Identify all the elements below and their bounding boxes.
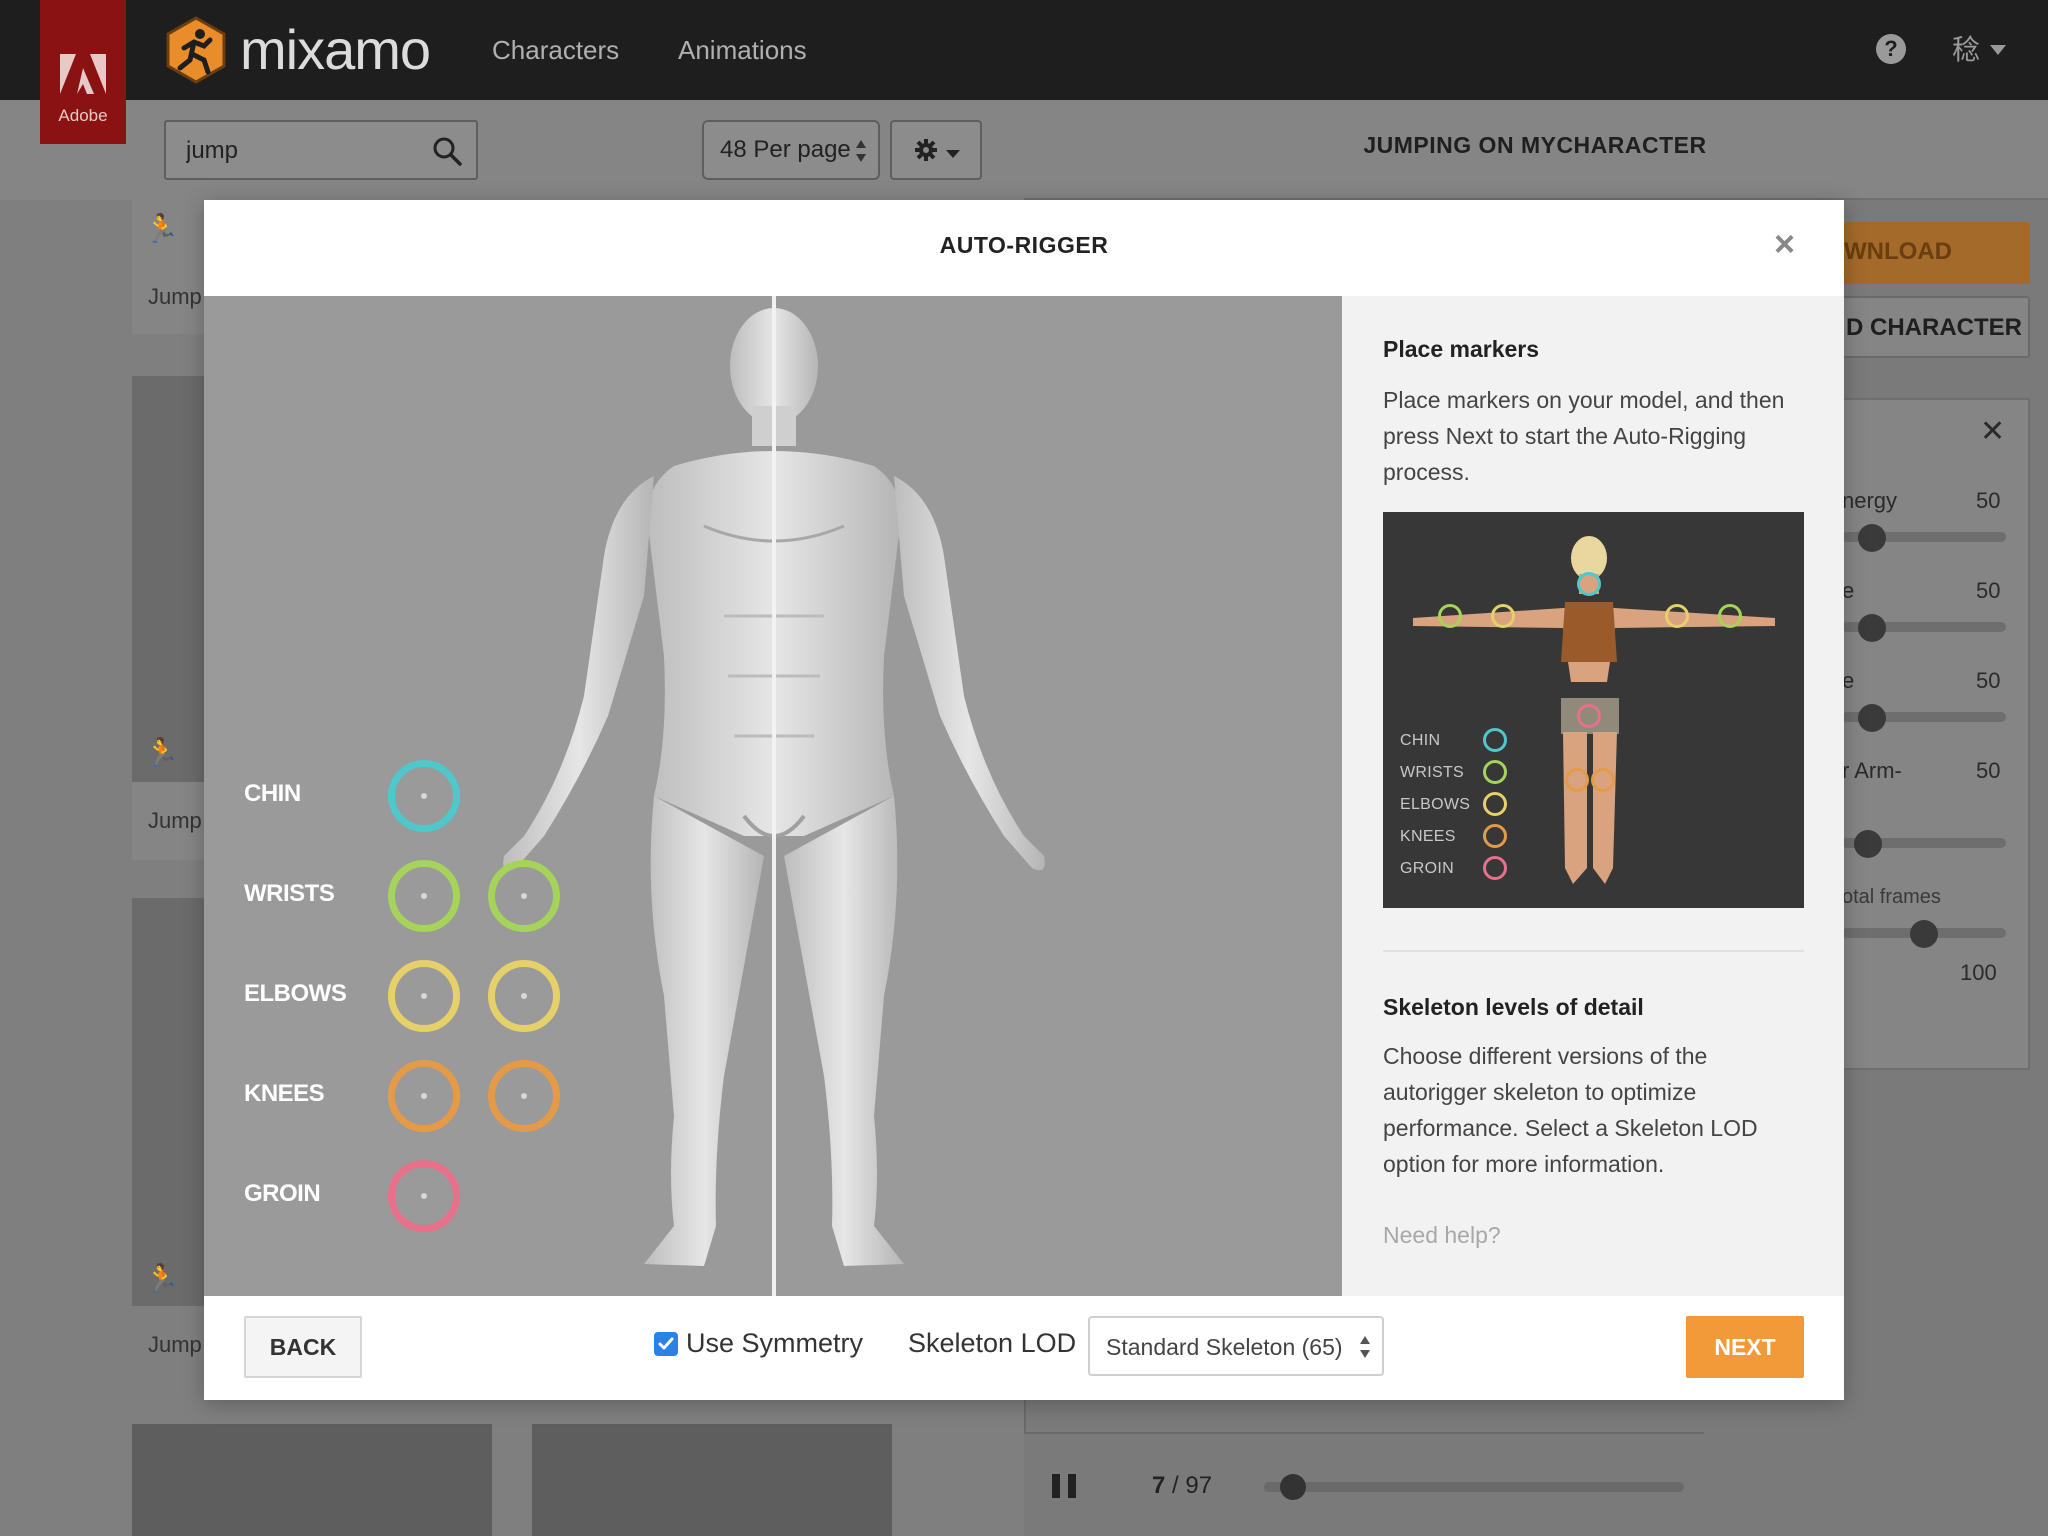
list-item[interactable] [132,898,212,1306]
close-icon[interactable]: × [1774,226,1795,262]
timeline-slider[interactable] [1264,1482,1684,1492]
example-legend-elbows: ELBOWS [1400,796,1471,813]
example-chin-marker [1577,572,1601,596]
back-button[interactable]: BACK [244,1316,362,1378]
nav-animations[interactable]: Animations [678,30,807,70]
example-elbow-marker [1665,604,1689,628]
adobe-logo[interactable]: Adobe [40,0,126,144]
slider-knob[interactable] [1857,524,1886,552]
frame-counter: 7 / 97 [1152,1472,1212,1500]
marker-label-groin: GROIN [244,1180,321,1207]
adobe-logo-icon [60,54,106,94]
nav-characters[interactable]: Characters [492,30,619,70]
skeleton-lod-label: Skeleton LOD [908,1328,1077,1358]
total-frames-value: 100 [1960,960,1997,985]
mixamo-logo-icon[interactable] [164,16,228,84]
param-value: 50 [1976,578,2001,603]
legend-groin-ring [1483,856,1507,880]
animation-icon: 🏃 [144,737,179,768]
example-wrist-marker [1438,604,1462,628]
example-knee-marker [1565,768,1589,792]
chin-marker[interactable] [388,760,460,832]
close-icon[interactable]: ✕ [1980,414,2005,449]
marker-label-elbows: ELBOWS [244,980,347,1007]
use-symmetry-label[interactable]: Use Symmetry [686,1328,863,1359]
slider-knob[interactable] [1857,614,1886,642]
chevron-down-icon [946,150,960,158]
checkmark-icon [658,1337,674,1350]
search-input[interactable] [186,134,426,168]
per-page-value: 48 Per page [720,136,851,163]
slider-knob[interactable] [1910,920,1938,948]
animation-icon: 🏃 [144,1263,179,1294]
language-menu[interactable]: 稔 [1952,30,1980,70]
skeleton-lod-value: Standard Skeleton (65) [1106,1334,1343,1360]
dialog-title: AUTO-RIGGER [939,232,1109,258]
sidebar-divider [1383,950,1804,952]
marker-label-wrists: WRISTS [244,880,335,907]
wrist-marker-right[interactable] [488,860,560,932]
place-markers-text: Place markers on your model, and then pr… [1383,387,1785,485]
legend-wrists-ring [1483,760,1507,784]
adobe-label: Adobe [58,106,108,125]
param-value: 50 [1976,668,2001,693]
use-symmetry-checkbox[interactable] [654,1332,678,1356]
legend-elbows-ring [1483,792,1507,816]
marker-label-knees: KNEES [244,1080,325,1107]
example-legend-groin: GROIN [1400,860,1454,877]
list-item[interactable] [132,1424,492,1536]
skeleton-lod-heading: Skeleton levels of detail [1383,994,1644,1020]
total-frames: 97 [1185,1472,1213,1499]
preview-title: JUMPING ON MYCHARACTER [1363,132,1707,158]
example-legend-wrists: WRISTS [1400,764,1465,781]
example-elbow-marker [1491,604,1515,628]
search-icon[interactable] [432,136,462,166]
skeleton-lod-select[interactable]: Standard Skeleton (65) [1088,1316,1384,1376]
example-wrist-marker [1718,604,1742,628]
skeleton-lod-text: Choose different versions of the autorig… [1383,1043,1758,1177]
per-page-select[interactable]: 48 Per page [702,120,880,180]
knee-marker-right[interactable] [488,1060,560,1132]
list-item[interactable] [532,1424,892,1536]
total-frames-label: otal frames [1842,886,1941,908]
param-value: 50 [1976,758,2001,783]
brand-name: mixamo [240,18,431,81]
elbow-marker-left[interactable] [388,960,460,1032]
list-item[interactable] [132,376,212,782]
next-button[interactable]: NEXT [1686,1316,1804,1378]
symmetry-line[interactable] [772,296,776,1296]
current-frame: 7 [1152,1472,1166,1499]
select-arrows-icon [1360,1336,1370,1358]
pause-icon[interactable] [1052,1474,1076,1498]
example-knee-marker [1591,768,1615,792]
slider-knob[interactable] [1857,704,1886,732]
need-help-link[interactable]: Need help? [1383,1222,1501,1249]
groin-marker[interactable] [388,1160,460,1232]
settings-dropdown-button[interactable] [890,120,982,180]
example-legend-knees: KNEES [1400,828,1456,845]
legend-chin-ring [1483,728,1507,752]
tile-label: Jump [148,1332,202,1357]
gear-icon [915,139,937,161]
chevron-down-icon[interactable] [1990,45,2006,55]
wrist-marker-left[interactable] [388,860,460,932]
frame-separator: / [1165,1472,1186,1499]
param-label: nergy [1842,488,1898,513]
knee-marker-left[interactable] [388,1060,460,1132]
tile-label: Jump [148,284,202,309]
help-icon[interactable]: ? [1876,34,1906,64]
example-legend-chin: CHIN [1400,732,1441,749]
place-markers-heading: Place markers [1383,336,1540,362]
marker-example-image: CHIN WRISTS ELBOWS KNEES GROIN [1383,512,1804,908]
elbow-marker-right[interactable] [488,960,560,1032]
example-groin-marker [1577,704,1601,728]
search-field[interactable] [164,120,478,180]
param-value: 50 [1976,488,2001,513]
marker-label-chin: CHIN [244,780,301,807]
select-arrows-icon [856,140,866,162]
tile-label: Jump [148,808,202,833]
legend-knees-ring [1483,824,1507,848]
param-label: r Arm- [1842,758,1902,783]
